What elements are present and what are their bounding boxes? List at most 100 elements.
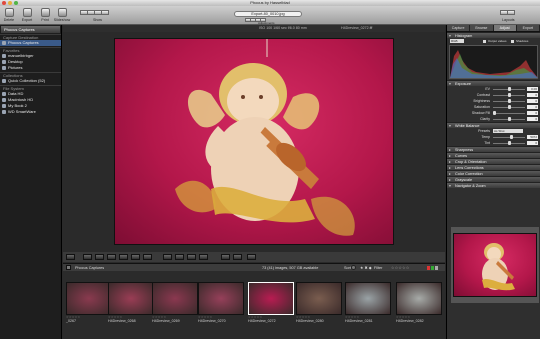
- close-window-button[interactable]: [2, 1, 6, 5]
- viewer-info-bar: ISO 100 1/60 sec f/6.0 80 mm H4Dreview_0…: [63, 25, 445, 32]
- crop-tool-icon[interactable]: [95, 254, 104, 260]
- slider-value-field[interactable]: 0: [527, 105, 538, 109]
- cherub-figurine-illustration: [175, 39, 355, 236]
- slider-knob[interactable]: [507, 99, 511, 103]
- temp-slider-knob[interactable]: [510, 135, 513, 139]
- navigator-preview[interactable]: [453, 233, 537, 297]
- file-name-field[interactable]: Export-80_0010.jpg: [234, 11, 302, 17]
- temp-value-field[interactable]: 5072: [527, 135, 538, 139]
- favorite-item[interactable]: Pictures: [0, 65, 61, 71]
- preset-select[interactable]: As Shot: [493, 129, 523, 133]
- export-button[interactable]: Export: [20, 8, 34, 22]
- green-label-swatch[interactable]: [431, 266, 434, 270]
- layouts-label: Layouts: [502, 18, 515, 22]
- thumbnail-image[interactable]: [108, 282, 154, 315]
- export-icon: [22, 8, 32, 17]
- slider-value-field[interactable]: 0.00: [527, 87, 538, 91]
- volume-item[interactable]: WD SmartWare: [0, 109, 61, 115]
- view-grid-icon[interactable]: [187, 254, 196, 260]
- thumbnail-item[interactable]: ☆☆☆☆☆ H4Dreview_0270: [198, 282, 244, 326]
- thumbnail-item[interactable]: ☆☆☆☆☆ H4Dreview_0282: [396, 282, 442, 326]
- histogram-channel-select[interactable]: RGB: [450, 39, 464, 43]
- thumbnail-item[interactable]: ☆☆☆☆☆ H4Dreview_0269: [152, 282, 198, 326]
- red-label-swatch[interactable]: [427, 266, 430, 270]
- thumbnail-item[interactable]: ☆☆☆☆☆ H4Dreview_0281: [345, 282, 391, 326]
- thumbnail-image[interactable]: [296, 282, 342, 315]
- thumbnail-image[interactable]: [198, 282, 244, 315]
- sort-menu-icon[interactable]: [351, 265, 356, 270]
- tab-adjust[interactable]: Adjust: [493, 25, 517, 31]
- slider-knob[interactable]: [493, 111, 497, 115]
- print-button[interactable]: Print: [38, 8, 52, 22]
- slider-knob[interactable]: [507, 105, 511, 109]
- layout-two-icon[interactable]: [507, 10, 515, 15]
- collection-item[interactable]: Quick Collection (52): [0, 78, 61, 84]
- view-compare-icon[interactable]: [175, 254, 184, 260]
- thumbnail-image[interactable]: [396, 282, 442, 315]
- thumbnail-caption: H4Dreview_0269: [152, 319, 180, 323]
- hard-drive-icon: [2, 98, 6, 102]
- delete-button[interactable]: Delete: [2, 8, 16, 22]
- mask-icon[interactable]: [247, 254, 256, 260]
- straighten-tool-icon[interactable]: [119, 254, 128, 260]
- slider-track[interactable]: [493, 112, 525, 114]
- tool-tabs: Capture Browse Adjust Export: [447, 25, 540, 32]
- tab-browse[interactable]: Browse: [470, 25, 494, 31]
- view-single-icon[interactable]: [163, 254, 172, 260]
- view-loupe-icon[interactable]: [199, 254, 208, 260]
- rotate-tool-icon[interactable]: [107, 254, 116, 260]
- slider-value-field[interactable]: 0: [527, 99, 538, 103]
- thumbnail-image[interactable]: [66, 282, 112, 315]
- color-label-filter[interactable]: [427, 266, 438, 270]
- source-selector[interactable]: Phocus Captures: [1, 26, 60, 33]
- hand-tool-icon[interactable]: [143, 254, 152, 260]
- slider-knob[interactable]: [507, 93, 511, 97]
- main-photo[interactable]: [114, 38, 394, 245]
- thumbnail-item[interactable]: ☆☆☆☆☆ _0267: [66, 282, 112, 326]
- slider-value-field[interactable]: 0: [527, 93, 538, 97]
- output-values-checkbox[interactable]: [483, 39, 486, 43]
- thumbnail-image[interactable]: [152, 282, 198, 315]
- minimize-window-button[interactable]: [8, 1, 12, 5]
- pictures-icon: [2, 66, 6, 70]
- tint-value-field[interactable]: 0: [527, 141, 538, 145]
- zoom-window-button[interactable]: [14, 1, 18, 5]
- thumbnail-image[interactable]: [345, 282, 391, 315]
- shadows-checkbox[interactable]: [511, 39, 514, 43]
- show-segmented-control[interactable]: [80, 10, 109, 15]
- select-tool-icon[interactable]: [83, 254, 92, 260]
- slider-value-field[interactable]: 0: [527, 117, 538, 121]
- slider-knob[interactable]: [507, 87, 511, 91]
- tab-export[interactable]: Export: [517, 25, 540, 31]
- gray-label-swatch[interactable]: [435, 266, 438, 270]
- thumbnail-caption: H4Dreview_0280: [296, 319, 324, 323]
- eyedropper-tool-icon[interactable]: [131, 254, 140, 260]
- slider-knob[interactable]: [507, 117, 511, 121]
- thumbnail-item[interactable]: ☆☆☆☆☆ H4Dreview_0268: [108, 282, 154, 326]
- section-header[interactable]: Navigator & Zoom: [447, 182, 540, 189]
- thumbnail-caption: _0267: [66, 319, 76, 323]
- show-fullscreen-icon[interactable]: [101, 10, 109, 15]
- tab-capture[interactable]: Capture: [447, 25, 471, 31]
- desktop-icon: [2, 60, 6, 64]
- slider-value-field[interactable]: 0: [527, 111, 538, 115]
- zoom-fit-icon[interactable]: [66, 254, 75, 260]
- thumbnail-toggle-icon[interactable]: [66, 265, 71, 270]
- layouts-segmented-control[interactable]: [500, 10, 515, 15]
- rotate-left-icon[interactable]: [221, 254, 230, 260]
- image-viewer[interactable]: [63, 32, 445, 251]
- hard-drive-icon: [2, 92, 6, 96]
- capture-destination-item[interactable]: Phocus Captures: [0, 40, 61, 46]
- thumbnail-caption: H4Dreview_0268: [108, 319, 136, 323]
- slideshow-button[interactable]: Slideshow: [53, 8, 71, 22]
- temp-slider-track[interactable]: [493, 136, 525, 138]
- thumbnail-caption: H4Dreview_0270: [198, 319, 226, 323]
- thumbnail-item[interactable]: ☆☆☆☆☆ H4Dreview_0280: [296, 282, 342, 326]
- thumbnail-image[interactable]: [248, 282, 294, 315]
- viewer-tool-bar: [63, 252, 445, 262]
- thumbnail-item[interactable]: ☆☆☆☆☆ H4Dreview_0272: [248, 282, 294, 326]
- rotate-right-icon[interactable]: [233, 254, 242, 260]
- browser-panel: Phocus Captures Capture Destination Phoc…: [0, 25, 62, 339]
- print-icon: [40, 8, 50, 17]
- tint-slider-knob[interactable]: [508, 141, 511, 145]
